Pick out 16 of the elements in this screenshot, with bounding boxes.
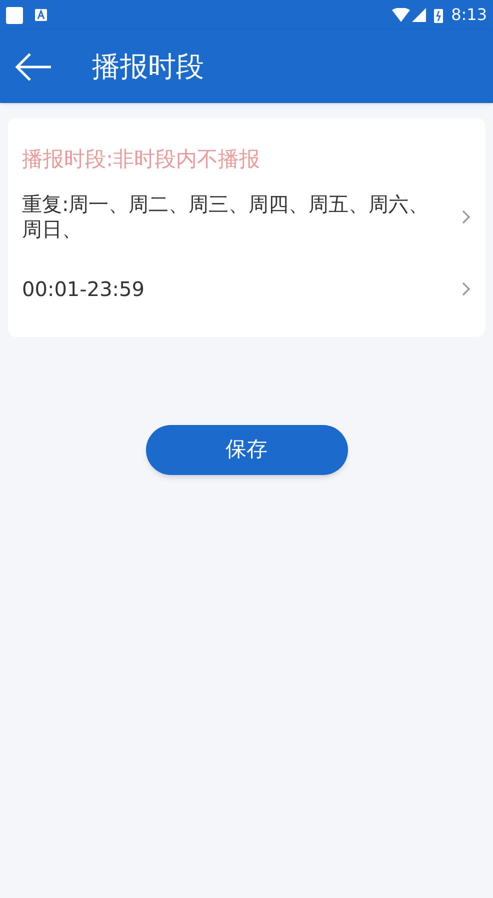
chevron-right-icon <box>461 281 471 297</box>
back-arrow-icon <box>15 52 53 82</box>
app-notification-icon <box>35 9 47 21</box>
row-text: 重复:周一、周二、周三、周四、周五、周六、周日、 <box>22 192 430 242</box>
settings-row[interactable]: 00:01-23:59 <box>22 261 471 317</box>
battery-icon <box>434 8 444 22</box>
row-text: 00:01-23:59 <box>22 276 146 302</box>
notice-text: 播报时段:非时段内不播报 <box>22 146 262 173</box>
settings-row[interactable]: 重复:周一、周二、周三、周四、周五、周六、周日、 <box>22 189 471 245</box>
signal-icon <box>412 8 426 22</box>
wifi-icon <box>392 8 410 22</box>
status-time: 8:13 <box>451 4 487 26</box>
save-button[interactable]: 保存 <box>146 425 348 475</box>
chevron-right-icon <box>461 209 471 225</box>
notification-icon <box>6 6 23 24</box>
page-title: 播报时段 <box>92 48 204 84</box>
